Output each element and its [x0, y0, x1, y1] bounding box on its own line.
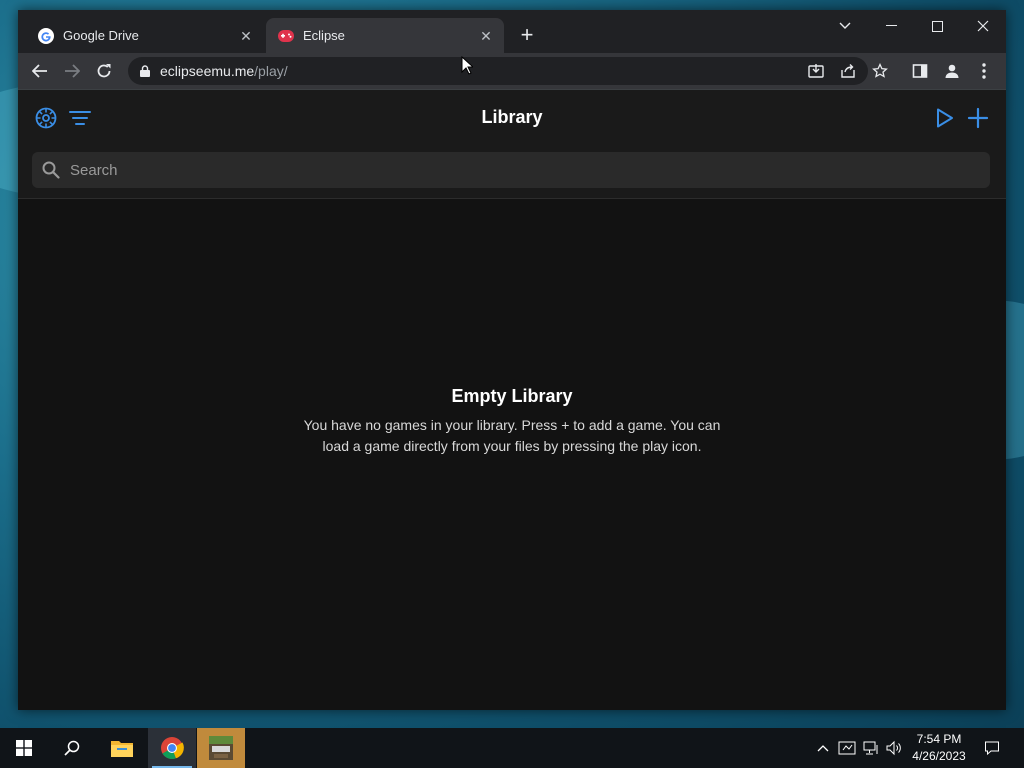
search-icon	[42, 161, 60, 179]
taskbar-search-button[interactable]	[48, 728, 96, 768]
search-bar	[32, 152, 990, 188]
empty-title: Empty Library	[451, 386, 573, 406]
empty-state: Empty Library You have no games in your …	[18, 386, 1006, 457]
close-window-button[interactable]	[960, 10, 1006, 42]
search-icon	[64, 740, 80, 756]
back-button[interactable]	[28, 59, 52, 83]
taskbar: 7:54 PM 4/26/2023	[0, 728, 1024, 768]
mouse-cursor-icon	[461, 56, 473, 75]
share-icon[interactable]	[836, 59, 860, 83]
chrome-icon	[161, 737, 184, 760]
tab-title: Google Drive	[63, 28, 139, 43]
page-title: Library	[481, 107, 543, 127]
eclipse-icon	[278, 29, 294, 42]
url-host: eclipseemu.me	[160, 63, 255, 79]
minecraft-icon	[209, 736, 233, 760]
new-tab-button[interactable]: +	[516, 24, 538, 46]
close-tab-icon[interactable]: ✕	[478, 28, 494, 44]
browser-toolbar: eclipseemu.me/play/	[18, 53, 1006, 89]
app-header: Library	[18, 90, 1006, 199]
show-hidden-icons-button[interactable]	[814, 728, 832, 768]
close-tab-icon[interactable]: ✕	[238, 28, 254, 44]
browser-window: Google Drive ✕ Eclipse ✕ + eclipseemu.me…	[18, 10, 1006, 710]
tab-eclipse[interactable]: Eclipse ✕	[266, 18, 504, 53]
tab-search-icon[interactable]	[822, 10, 868, 42]
maximize-button[interactable]	[914, 10, 960, 42]
chevron-up-icon	[817, 745, 829, 752]
forward-button[interactable]	[60, 59, 84, 83]
clock-date: 4/26/2023	[912, 749, 966, 763]
minecraft-taskbar-button[interactable]	[197, 728, 245, 768]
chrome-taskbar-button[interactable]	[148, 728, 196, 768]
side-panel-icon[interactable]	[908, 59, 932, 83]
file-explorer-button[interactable]	[98, 728, 146, 768]
folder-icon	[111, 741, 133, 757]
tab-google-drive[interactable]: Google Drive ✕	[26, 18, 264, 53]
menu-icon[interactable]	[972, 59, 996, 83]
empty-message: You have no games in your library. Press…	[303, 417, 721, 454]
clock-time: 7:54 PM	[916, 732, 962, 746]
minimize-button[interactable]	[868, 10, 914, 42]
lock-icon	[140, 65, 150, 77]
start-button[interactable]	[0, 728, 48, 768]
notification-center-button[interactable]	[980, 728, 1004, 768]
windows-logo-icon	[16, 740, 32, 756]
bookmark-star-icon[interactable]	[868, 59, 892, 83]
install-app-icon[interactable]	[804, 59, 828, 83]
tab-title: Eclipse	[303, 28, 345, 43]
address-bar[interactable]: eclipseemu.me/play/	[128, 57, 868, 85]
eclipse-app: Library Empty Library You have no games …	[18, 90, 1006, 710]
tab-strip: Google Drive ✕ Eclipse ✕ +	[18, 10, 1006, 53]
system-clock[interactable]: 7:54 PM 4/26/2023	[905, 731, 973, 765]
play-icon[interactable]	[932, 106, 956, 130]
search-input[interactable]	[68, 160, 952, 180]
profile-icon[interactable]	[940, 59, 964, 83]
add-game-icon[interactable]	[966, 106, 990, 130]
reload-button[interactable]	[92, 59, 116, 83]
google-icon	[38, 27, 54, 44]
security-tray-icon[interactable]	[836, 728, 858, 768]
url-path: /play/	[254, 63, 288, 79]
notification-icon	[985, 741, 999, 756]
network-icon[interactable]	[860, 728, 882, 768]
volume-icon[interactable]	[884, 728, 904, 768]
